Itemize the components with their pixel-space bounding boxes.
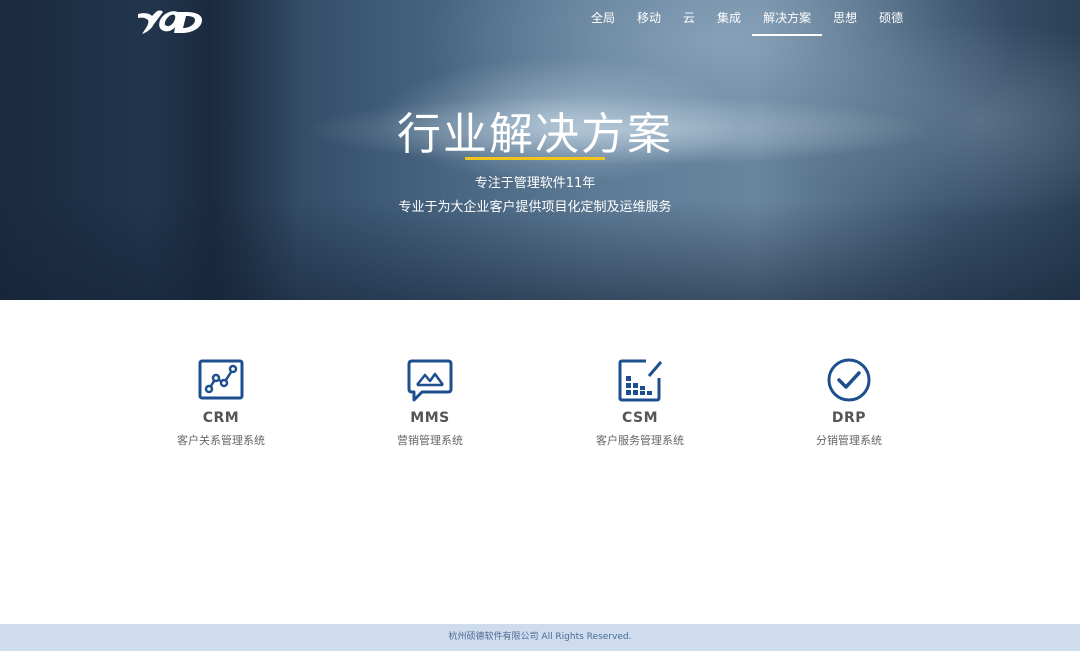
hero-title-underline — [465, 157, 605, 160]
solution-code: CRM — [202, 410, 240, 426]
solution-description: 客户关系管理系统 — [177, 434, 265, 447]
check-circle-icon — [827, 358, 871, 402]
solution-csm[interactable]: CSM 客户服务管理系统 — [550, 356, 730, 448]
nav-item-mobile[interactable]: 移动 — [626, 0, 672, 36]
nav-item-integration[interactable]: 集成 — [706, 0, 752, 36]
hero-subtitle-1: 专注于管理软件11年 — [474, 176, 596, 191]
solution-drp[interactable]: DRP 分销管理系统 — [759, 356, 939, 448]
footer: 杭州硕德软件有限公司 All Rights Reserved. — [0, 624, 1080, 651]
solution-crm[interactable]: CRM 客户关系管理系统 — [131, 356, 311, 448]
company-logo[interactable] — [136, 6, 206, 38]
hero-title: 行业解决方案 — [397, 109, 673, 160]
top-nav: 全局 移动 云 集成 解决方案 思想 硕德 — [580, 0, 914, 36]
solution-description: 营销管理系统 — [397, 434, 463, 447]
nav-item-philosophy[interactable]: 思想 — [822, 0, 868, 36]
solution-description: 分销管理系统 — [816, 434, 882, 447]
hero-banner: 全局 移动 云 集成 解决方案 思想 硕德 行业解决方案 专注于管理软件11年 … — [0, 0, 1080, 300]
footer-copyright: 杭州硕德软件有限公司 All Rights Reserved. — [448, 632, 632, 642]
solutions-section: CRM 客户关系管理系统 MMS 营销管理系统 CSM 客户服务管理系统 DRP… — [0, 356, 1080, 466]
nav-item-overview[interactable]: 全局 — [580, 0, 626, 36]
nav-item-solutions[interactable]: 解决方案 — [752, 0, 823, 36]
nav-item-about[interactable]: 硕德 — [868, 0, 914, 36]
solution-description: 客户服务管理系统 — [596, 434, 684, 447]
line-chart-icon — [198, 359, 244, 400]
hero-subtitle-2: 专业于为大企业客户提供项目化定制及运维服务 — [398, 200, 672, 215]
solution-code: MMS — [410, 410, 450, 426]
logo-icon — [138, 10, 202, 34]
nav-item-cloud[interactable]: 云 — [672, 0, 706, 36]
solution-code: DRP — [831, 410, 867, 426]
image-chat-icon — [407, 359, 453, 402]
hero-background-bottom — [0, 200, 1080, 300]
bar-chart-icon — [618, 359, 663, 402]
solution-mms[interactable]: MMS 营销管理系统 — [340, 356, 520, 448]
solution-code: CSM — [621, 410, 659, 426]
